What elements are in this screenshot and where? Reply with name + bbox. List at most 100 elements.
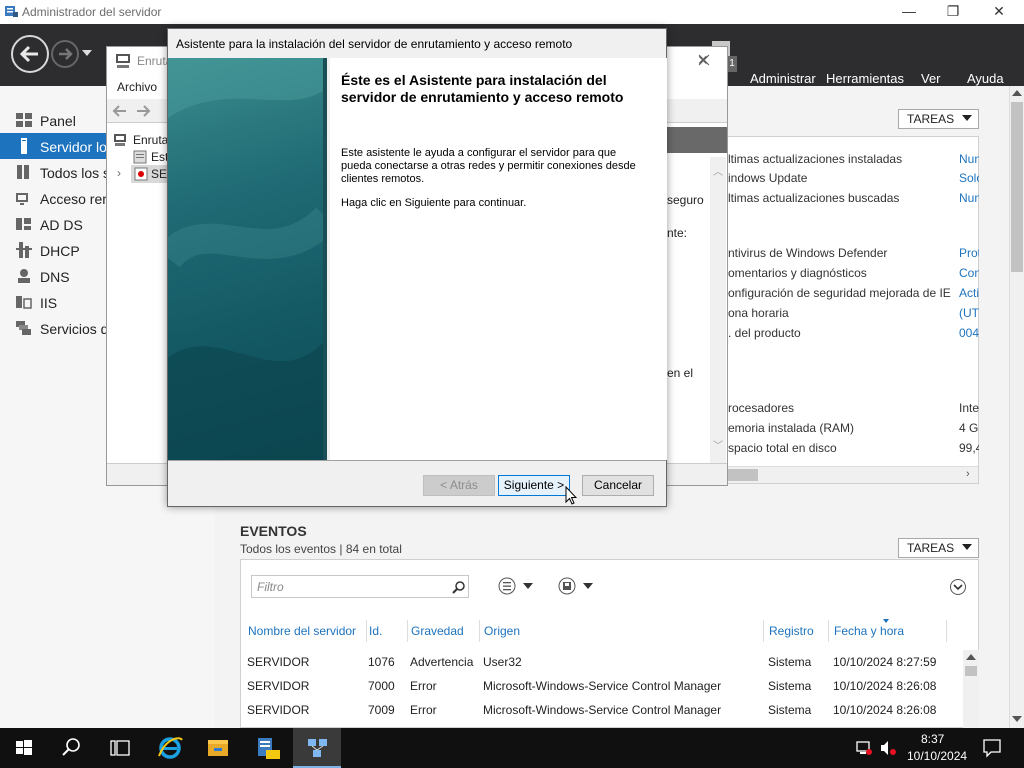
tree-item-root[interactable]: Enruta — [133, 133, 168, 147]
server-manager-taskbar-icon[interactable] — [244, 728, 292, 768]
dashboard-icon — [16, 112, 32, 128]
maximize-button[interactable]: ❐ — [930, 2, 976, 22]
scroll-up-icon[interactable] — [1012, 90, 1022, 96]
main-scrollbar[interactable] — [1009, 86, 1024, 728]
menu-ver[interactable]: Ver — [921, 71, 941, 86]
scroll-thumb[interactable] — [728, 469, 758, 481]
cell-source: User32 — [483, 655, 522, 669]
local-server-icon — [16, 138, 32, 154]
events-tareas-button[interactable]: TAREAS — [898, 538, 979, 558]
volume-muted-icon[interactable] — [880, 740, 898, 756]
properties-tareas-button[interactable]: TAREAS — [898, 109, 979, 129]
search-button[interactable] — [48, 728, 96, 768]
sidebar-item-label: Acceso rem — [40, 191, 114, 207]
scroll-down-icon[interactable] — [1012, 716, 1022, 722]
cell-log: Sistema — [768, 703, 812, 717]
task-view-button[interactable] — [96, 728, 144, 768]
all-servers-icon — [16, 164, 32, 180]
save-query-icon[interactable] — [557, 576, 597, 596]
property-value[interactable]: Con — [959, 266, 979, 280]
rras-text-fragment: en el — [667, 366, 694, 380]
menu-herramientas[interactable]: Herramientas — [826, 71, 904, 86]
cell-severity: Error — [410, 703, 437, 717]
chevron-down-icon — [962, 115, 972, 121]
column-header-id[interactable]: Id. — [369, 624, 382, 638]
expand-arrow-icon[interactable]: › — [117, 166, 121, 180]
sidebar-item-label: DNS — [40, 269, 70, 285]
internet-explorer-icon[interactable] — [146, 728, 194, 768]
scroll-down-icon[interactable]: ﹀ — [713, 437, 723, 452]
back-arrow-icon[interactable] — [112, 103, 128, 119]
column-header-server[interactable]: Nombre del servidor — [248, 624, 356, 638]
history-dropdown-icon[interactable] — [82, 50, 92, 56]
properties-hscrollbar[interactable]: › — [728, 466, 978, 483]
property-value[interactable]: 004 — [959, 326, 979, 340]
column-divider[interactable] — [407, 620, 408, 642]
next-button[interactable]: Siguiente > — [498, 475, 570, 496]
start-button[interactable] — [0, 728, 48, 768]
column-header-datetime[interactable]: Fecha y hora — [834, 624, 904, 638]
expand-icon[interactable] — [949, 578, 967, 596]
forward-arrow-icon[interactable] — [135, 103, 151, 119]
column-header-source[interactable]: Origen — [484, 624, 520, 638]
menu-administrar[interactable]: Administrar — [750, 71, 816, 86]
file-explorer-icon[interactable] — [194, 728, 242, 768]
column-divider[interactable] — [946, 620, 947, 642]
rras-vscrollbar[interactable]: ︿ ﹀ — [710, 157, 726, 463]
list-view-icon[interactable] — [497, 576, 537, 596]
filter-input[interactable]: Filtro — [251, 575, 469, 598]
close-icon[interactable] — [698, 54, 710, 66]
scroll-right-icon[interactable]: › — [966, 468, 970, 480]
server-manager-icon — [4, 4, 18, 18]
notifications-icon[interactable] — [982, 738, 1002, 758]
column-divider[interactable] — [479, 620, 480, 642]
menu-ayuda[interactable]: Ayuda — [967, 71, 1004, 86]
rras-taskbar-icon[interactable] — [293, 728, 341, 768]
tree-item-status[interactable]: Est — [151, 150, 168, 164]
network-icon[interactable] — [856, 740, 872, 756]
cell-log: Sistema — [768, 655, 812, 669]
sidebar-item-label: Todos los s — [40, 165, 111, 181]
property-label: ona horaria — [728, 306, 789, 320]
divider — [168, 460, 666, 461]
cell-log: Sistema — [768, 679, 812, 693]
property-label: ltimas actualizaciones instaladas — [728, 152, 903, 166]
column-divider[interactable] — [366, 620, 367, 642]
search-icon[interactable] — [452, 580, 466, 594]
scroll-thumb[interactable] — [1011, 102, 1023, 272]
column-header-log[interactable]: Registro — [769, 624, 814, 638]
forward-button[interactable] — [51, 40, 79, 68]
property-value: 99,4 — [959, 441, 979, 455]
cell-severity: Error — [410, 679, 437, 693]
property-value[interactable]: Nun — [959, 152, 979, 166]
table-row[interactable]: SERVIDOR 1076 Advertencia User32 Sistema… — [241, 652, 961, 672]
minimize-button[interactable]: — — [886, 2, 932, 22]
scroll-up-icon[interactable] — [966, 654, 976, 660]
property-value[interactable]: Prot — [959, 246, 979, 260]
sort-descending-icon — [883, 619, 889, 623]
property-value[interactable]: Solo — [959, 171, 979, 185]
clock-time[interactable]: 8:37 — [921, 732, 944, 746]
property-value: 4 GB — [959, 421, 979, 435]
back-button[interactable]: < Atrás — [423, 475, 495, 496]
property-value[interactable]: Acti — [959, 286, 979, 300]
events-vscrollbar[interactable] — [963, 650, 979, 728]
cancel-button[interactable]: Cancelar — [582, 475, 654, 496]
scroll-up-icon[interactable]: ︿ — [713, 163, 723, 178]
menu-archivo[interactable]: Archivo — [117, 80, 157, 94]
tree-item-selected[interactable]: SER — [131, 165, 176, 183]
back-button[interactable] — [11, 35, 49, 73]
clock-date[interactable]: 10/10/2024 — [907, 749, 967, 763]
column-divider[interactable] — [828, 620, 829, 642]
column-header-severity[interactable]: Gravedad — [411, 624, 464, 638]
table-row[interactable]: SERVIDOR 7009 Error Microsoft-Windows-Se… — [241, 700, 961, 720]
column-divider[interactable] — [763, 620, 764, 642]
property-value[interactable]: Nun — [959, 191, 979, 205]
property-label: onfiguración de seguridad mejorada de IE — [728, 286, 951, 300]
dns-icon — [16, 268, 32, 284]
scroll-thumb[interactable] — [965, 666, 977, 676]
table-row[interactable]: SERVIDOR 7000 Error Microsoft-Windows-Se… — [241, 676, 961, 696]
property-value[interactable]: (UTC — [959, 306, 979, 320]
chevron-down-icon — [962, 544, 972, 550]
close-button[interactable]: ✕ — [976, 2, 1022, 22]
